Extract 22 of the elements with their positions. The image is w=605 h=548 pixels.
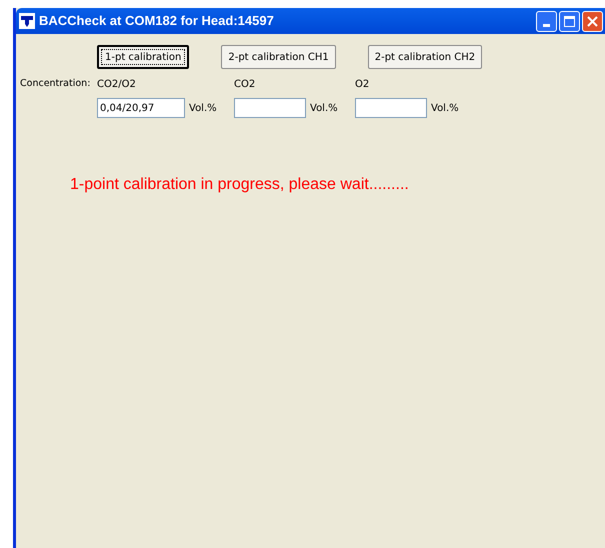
concentration-field[interactable] bbox=[234, 98, 306, 118]
minimize-button[interactable] bbox=[536, 10, 557, 32]
status-message: 1-point calibration in progress, please wait......... bbox=[70, 176, 409, 193]
unit-label: Vol.% bbox=[431, 102, 459, 116]
app-icon bbox=[19, 13, 35, 29]
gas-label: CO2 bbox=[234, 78, 256, 92]
concentration-field[interactable] bbox=[355, 98, 427, 118]
close-button[interactable] bbox=[582, 10, 603, 32]
calibration-button[interactable]: 1-pt calibration bbox=[97, 45, 190, 69]
maximize-button[interactable] bbox=[559, 10, 580, 32]
minimize-icon bbox=[543, 24, 550, 26]
gas-label: O2 bbox=[355, 78, 370, 92]
window-title: BACCheck at COM182 for Head:14597 bbox=[39, 12, 275, 30]
unit-label: Vol.% bbox=[189, 102, 217, 116]
calibration-button[interactable]: 2-pt calibration CH2 bbox=[368, 45, 482, 69]
calibration-button[interactable]: 2-pt calibration CH1 bbox=[221, 45, 336, 69]
concentration-field[interactable]: 0,04/20,97 bbox=[97, 98, 185, 118]
maximize-icon bbox=[564, 16, 575, 26]
gas-label: CO2/O2 bbox=[97, 78, 137, 92]
unit-label: Vol.% bbox=[310, 102, 338, 116]
concentration-label: Concentration: bbox=[20, 76, 92, 91]
close-icon bbox=[587, 16, 598, 26]
